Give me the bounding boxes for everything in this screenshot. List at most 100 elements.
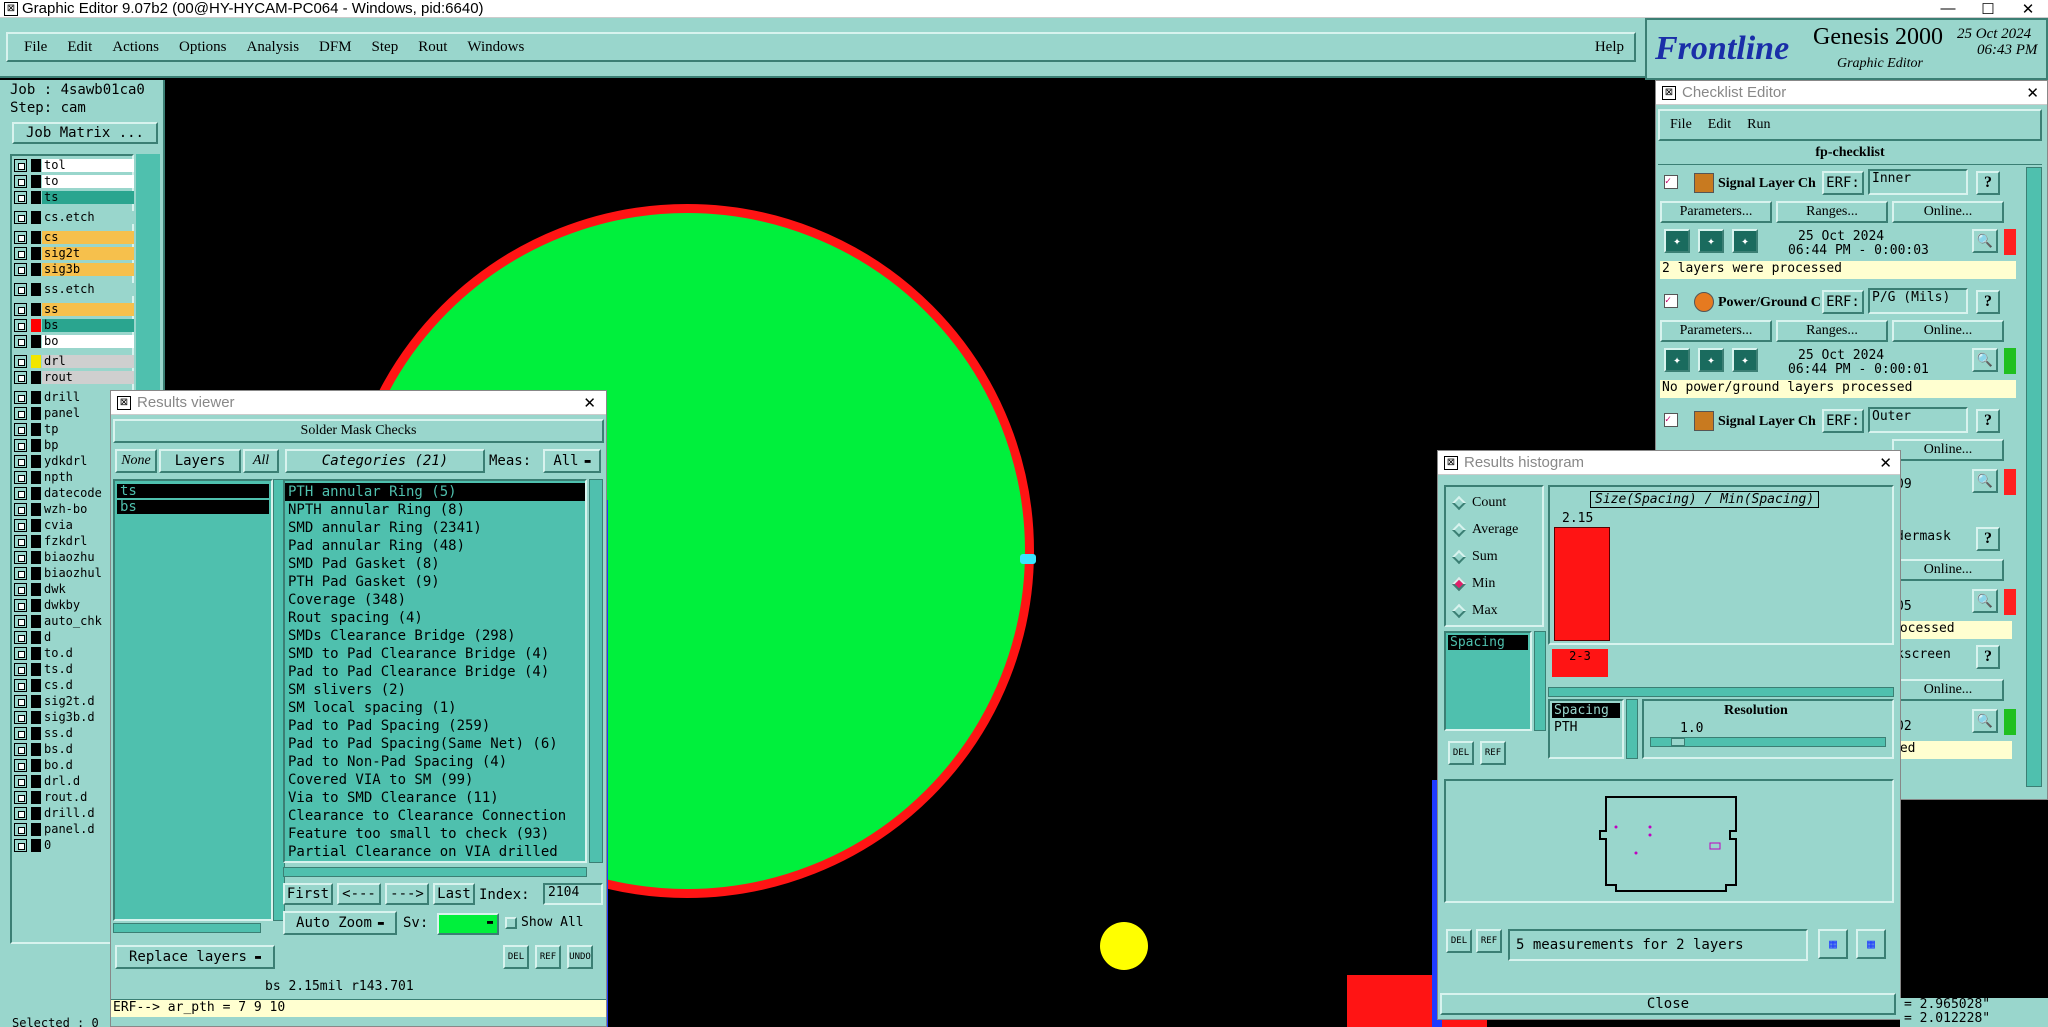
rv-categories-button[interactable]: Categories (21) bbox=[285, 449, 485, 473]
layer-row[interactable]: bo bbox=[14, 334, 134, 349]
category-item[interactable]: SMDs Clearance Bridge (298) bbox=[285, 627, 585, 645]
close-icon[interactable]: ✕ bbox=[2008, 0, 2048, 18]
layer-checkbox[interactable] bbox=[14, 455, 27, 468]
export-icon[interactable]: ▦ bbox=[1856, 929, 1886, 959]
rv-layers-hscroll[interactable] bbox=[113, 923, 261, 933]
layer-checkbox[interactable] bbox=[14, 663, 27, 676]
check-item-1-checkbox[interactable]: ✓ bbox=[1664, 175, 1678, 189]
rv-none-button[interactable]: None bbox=[115, 449, 157, 473]
check-item-1-ranges-button[interactable]: Ranges... bbox=[1776, 201, 1888, 223]
layer-checkbox[interactable] bbox=[14, 743, 27, 756]
layer-name[interactable]: sig2t bbox=[42, 247, 134, 260]
layer-row[interactable]: tol bbox=[14, 158, 134, 173]
layer-checkbox[interactable] bbox=[14, 471, 27, 484]
histo-ref-button[interactable]: REF bbox=[1480, 741, 1506, 765]
layer-checkbox[interactable] bbox=[14, 175, 27, 188]
checklist-menu-run[interactable]: Run bbox=[1747, 117, 1770, 133]
zoom-icon[interactable]: 🔍 bbox=[1972, 469, 1998, 493]
check-item-2-parameters-button[interactable]: Parameters... bbox=[1660, 320, 1772, 342]
category-item[interactable]: PTH annular Ring (5) bbox=[285, 483, 585, 501]
layer-checkbox[interactable] bbox=[14, 599, 27, 612]
layer-row[interactable]: ss.etch bbox=[14, 282, 134, 297]
rv-ref-button[interactable]: REF bbox=[535, 945, 561, 969]
category-item[interactable]: Covered VIA to SM (99) bbox=[285, 771, 585, 789]
zoom-icon[interactable]: 🔍 bbox=[1972, 709, 1998, 733]
zoom-icon[interactable]: 🔍 bbox=[1972, 229, 1998, 253]
menu-windows[interactable]: Windows bbox=[467, 39, 524, 56]
category-item[interactable]: Feature too small to check (93) bbox=[285, 825, 585, 843]
partial-help-button[interactable]: ? bbox=[1976, 527, 2000, 551]
preview-ref-button[interactable]: REF bbox=[1476, 929, 1502, 953]
histogram-bar[interactable] bbox=[1554, 527, 1610, 641]
check-item-1-online-button[interactable]: Online... bbox=[1892, 201, 2004, 223]
option-min[interactable]: Min bbox=[1446, 570, 1542, 597]
layer-checkbox[interactable] bbox=[14, 439, 27, 452]
layer-checkbox[interactable] bbox=[14, 695, 27, 708]
check-item-1-erf-field[interactable]: Inner bbox=[1868, 169, 1968, 195]
check-item-2-name[interactable]: Power/Ground C bbox=[1718, 295, 1820, 311]
category-item[interactable]: SMD annular Ring (2341) bbox=[285, 519, 585, 537]
menu-options[interactable]: Options bbox=[179, 39, 227, 56]
histogram-list-item[interactable]: Spacing bbox=[1448, 635, 1528, 650]
option-average[interactable]: Average bbox=[1446, 516, 1542, 543]
option-sum[interactable]: Sum bbox=[1446, 543, 1542, 570]
layer-row[interactable]: ts bbox=[14, 190, 134, 205]
layer-checkbox[interactable] bbox=[14, 679, 27, 692]
layer-name[interactable]: bo bbox=[42, 335, 134, 348]
layer-row[interactable]: drl bbox=[14, 354, 134, 369]
run-icon[interactable]: ✦ bbox=[1732, 348, 1758, 372]
partial-online-button-2[interactable]: Online... bbox=[1892, 559, 2004, 581]
layer-checkbox[interactable] bbox=[14, 535, 27, 548]
layer-checkbox[interactable] bbox=[14, 391, 27, 404]
check-item-3-online-button[interactable]: Online... bbox=[1892, 439, 2004, 461]
category-item[interactable]: Pad to Pad Spacing (259) bbox=[285, 717, 585, 735]
check-item-2-checkbox[interactable]: ✓ bbox=[1664, 294, 1678, 308]
histo-del-button[interactable]: DEL bbox=[1448, 741, 1474, 765]
category-item[interactable]: Coverage (348) bbox=[285, 591, 585, 609]
rv-undo-button[interactable]: UNDO bbox=[567, 945, 593, 969]
layer-checkbox[interactable] bbox=[14, 211, 27, 224]
check-item-2-erf-field[interactable]: P/G (Mils) bbox=[1868, 288, 1968, 314]
layer-checkbox[interactable] bbox=[14, 303, 27, 316]
layer-name[interactable]: to bbox=[42, 175, 134, 188]
check-item-3-name[interactable]: Signal Layer Ch bbox=[1718, 414, 1820, 430]
zoom-icon[interactable]: 🔍 bbox=[1972, 589, 1998, 613]
layer-row[interactable]: rout bbox=[14, 370, 134, 385]
category-item[interactable]: Pad to Pad Spacing(Same Net) (6) bbox=[285, 735, 585, 753]
report-icon[interactable]: ▦ bbox=[1818, 929, 1848, 959]
layer-name[interactable]: drl bbox=[42, 355, 134, 368]
resolution-slider[interactable] bbox=[1650, 737, 1886, 747]
layer-checkbox[interactable] bbox=[14, 775, 27, 788]
rv-replace-layers-select[interactable]: Replace layers ▬ bbox=[115, 945, 275, 969]
check-item-2-help-button[interactable]: ? bbox=[1976, 290, 2000, 314]
category-item[interactable]: Pad to Pad Clearance Bridge (4) bbox=[285, 663, 585, 681]
preview-del-button[interactable]: DEL bbox=[1446, 929, 1472, 953]
rv-prev-button[interactable]: <--- bbox=[337, 883, 381, 905]
layer-checkbox[interactable] bbox=[14, 423, 27, 436]
layer-row[interactable]: sig3b bbox=[14, 262, 134, 277]
category-item[interactable]: Partial Clearance on VIA drilled bbox=[285, 843, 585, 861]
menu-analysis[interactable]: Analysis bbox=[247, 39, 300, 56]
category-item[interactable]: SMD Pad Gasket (8) bbox=[285, 555, 585, 573]
layer-checkbox[interactable] bbox=[14, 487, 27, 500]
resolution-slider-thumb[interactable] bbox=[1671, 738, 1685, 746]
checklist-menu-edit[interactable]: Edit bbox=[1708, 117, 1731, 133]
layer-checkbox[interactable] bbox=[14, 711, 27, 724]
layer-name[interactable]: ss.etch bbox=[42, 283, 134, 296]
layer-name[interactable]: ts bbox=[42, 191, 134, 204]
layer-checkbox[interactable] bbox=[14, 551, 27, 564]
minimize-icon[interactable]: — bbox=[1928, 0, 1968, 17]
layer-checkbox[interactable] bbox=[14, 791, 27, 804]
check-item-2-ranges-button[interactable]: Ranges... bbox=[1776, 320, 1888, 342]
partial-online-button-3[interactable]: Online... bbox=[1892, 679, 2004, 701]
run-icon[interactable]: ✦ bbox=[1698, 348, 1724, 372]
maximize-icon[interactable]: ☐ bbox=[1968, 0, 2008, 18]
layer-row[interactable]: cs bbox=[14, 230, 134, 245]
rv-layer-bs[interactable]: bs bbox=[117, 500, 269, 514]
check-item-1-help-button[interactable]: ? bbox=[1976, 171, 2000, 195]
layer-name[interactable]: bs bbox=[42, 319, 134, 332]
menu-actions[interactable]: Actions bbox=[112, 39, 159, 56]
layer-checkbox[interactable] bbox=[14, 159, 27, 172]
histogram-hscroll[interactable] bbox=[1548, 687, 1894, 697]
check-item-3-checkbox[interactable]: ✓ bbox=[1664, 413, 1678, 427]
